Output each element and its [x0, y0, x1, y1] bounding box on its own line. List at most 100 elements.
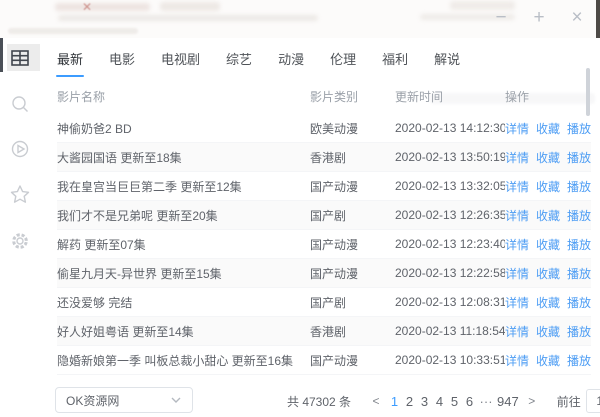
sidebar	[0, 38, 40, 417]
tab-tv-series[interactable]: 电视剧	[161, 49, 200, 68]
column-header-title: 影片名称	[57, 88, 310, 105]
video-library-icon	[10, 49, 30, 67]
movie-updated: 2020-02-13 13:32:05	[395, 179, 505, 193]
page-number-5[interactable]: 5	[449, 394, 460, 409]
detail-link[interactable]: 详情	[505, 354, 529, 368]
table-row[interactable]: 神偷奶爸2 BD 欧美动漫 2020-02-13 14:12:30 详情收藏播放	[57, 114, 591, 143]
background-artifact	[8, 28, 138, 34]
table-header: 影片名称 影片类别 更新时间 操作	[57, 78, 591, 114]
movie-category: 国产动漫	[310, 178, 395, 195]
favorite-link[interactable]: 收藏	[536, 180, 560, 194]
movie-title: 大酱园国语 更新至18集	[57, 149, 310, 166]
detail-link[interactable]: 详情	[505, 151, 529, 165]
column-header-updated: 更新时间	[395, 88, 505, 105]
category-tabs: 最新 电影 电视剧 综艺 动漫 伦理 福利 解说	[57, 38, 591, 78]
play-link[interactable]: 播放	[567, 296, 591, 310]
favorite-link[interactable]: 收藏	[536, 325, 560, 339]
favorite-link[interactable]: 收藏	[536, 151, 560, 165]
tab-latest[interactable]: 最新	[57, 49, 83, 68]
favorite-link[interactable]: 收藏	[536, 238, 560, 252]
close-icon[interactable]: ×	[568, 6, 586, 30]
play-link[interactable]: 播放	[567, 180, 591, 194]
tab-variety[interactable]: 综艺	[226, 49, 252, 68]
sidebar-item-search[interactable]	[0, 90, 40, 118]
sidebar-item-settings[interactable]	[0, 227, 40, 255]
background-artifact	[160, 2, 220, 11]
movie-category: 国产动漫	[310, 236, 395, 253]
tab-anime[interactable]: 动漫	[278, 49, 304, 68]
favorite-link[interactable]: 收藏	[536, 354, 560, 368]
detail-link[interactable]: 详情	[505, 122, 529, 136]
maximize-icon[interactable]: +	[530, 6, 548, 30]
play-link[interactable]: 播放	[567, 325, 591, 339]
table-row[interactable]: 大酱园国语 更新至18集 香港剧 2020-02-13 13:50:19 详情收…	[57, 143, 591, 172]
table-row[interactable]: 好人好姐粤语 更新至14集 香港剧 2020-02-13 11:18:54 详情…	[57, 317, 591, 346]
settings-gear-icon	[10, 231, 30, 251]
page-number-3[interactable]: 3	[419, 394, 430, 409]
prev-page-icon[interactable]: <	[369, 394, 383, 408]
movie-title: 还没爱够 完结	[57, 294, 310, 311]
next-page-icon[interactable]: >	[525, 394, 539, 408]
movie-title: 解药 更新至07集	[57, 236, 310, 253]
detail-link[interactable]: 详情	[505, 209, 529, 223]
source-select-value: OK资源网	[66, 392, 119, 409]
window-controls: − + ×	[492, 6, 586, 30]
movie-title: 我在皇宫当巨巨第二季 更新至12集	[57, 178, 310, 195]
tab-movies[interactable]: 电影	[109, 49, 135, 68]
movie-updated: 2020-02-13 12:23:40	[395, 237, 505, 251]
table-row[interactable]: 还没爱够 完结 国产剧 2020-02-13 12:08:31 详情收藏播放	[57, 288, 591, 317]
background-page-edge	[596, 0, 600, 42]
chevron-down-icon	[170, 396, 182, 404]
titlebar: ✕ − + ×	[0, 0, 600, 38]
goto-page-input[interactable]	[586, 389, 600, 413]
tab-ethics[interactable]: 伦理	[330, 49, 356, 68]
detail-link[interactable]: 详情	[505, 325, 529, 339]
sidebar-item-video-library[interactable]	[0, 44, 40, 72]
background-artifact: ✕	[82, 0, 98, 12]
page-number-2[interactable]: 2	[404, 394, 415, 409]
movie-title: 我们才不是兄弟呢 更新至20集	[57, 207, 310, 224]
table-row[interactable]: 隐婚新娘第一季 叫板总裁小甜心 更新至16集 国产动漫 2020-02-13 1…	[57, 346, 591, 375]
play-circle-icon	[10, 139, 30, 159]
play-link[interactable]: 播放	[567, 122, 591, 136]
play-link[interactable]: 播放	[567, 354, 591, 368]
table-row[interactable]: 我们才不是兄弟呢 更新至20集 国产剧 2020-02-13 12:26:35 …	[57, 201, 591, 230]
detail-link[interactable]: 详情	[505, 180, 529, 194]
sidebar-item-playing[interactable]	[0, 135, 40, 163]
detail-link[interactable]: 详情	[505, 238, 529, 252]
movie-title: 好人好姐粤语 更新至14集	[57, 323, 310, 340]
detail-link[interactable]: 详情	[505, 296, 529, 310]
tab-commentary[interactable]: 解说	[434, 49, 460, 68]
page-number-947[interactable]: 947	[497, 394, 519, 409]
page-number-4[interactable]: 4	[434, 394, 445, 409]
app-window: 最新 电影 电视剧 综艺 动漫 伦理 福利 解说 影片名称 影片类别 更新时间 …	[0, 38, 600, 417]
favorite-link[interactable]: 收藏	[536, 296, 560, 310]
star-icon	[9, 184, 31, 205]
favorite-link[interactable]: 收藏	[536, 122, 560, 136]
page-number-1[interactable]: 1	[389, 394, 400, 409]
movie-updated: 2020-02-13 14:12:30	[395, 121, 505, 135]
sidebar-item-favorites[interactable]	[0, 180, 40, 208]
play-link[interactable]: 播放	[567, 151, 591, 165]
pagination-ellipsis: ···	[479, 394, 493, 409]
source-select[interactable]: OK资源网	[55, 387, 193, 413]
movie-category: 欧美动漫	[310, 120, 395, 137]
goto-page-label: 前往	[557, 393, 581, 410]
movie-updated: 2020-02-13 12:22:58	[395, 266, 505, 280]
favorite-link[interactable]: 收藏	[536, 209, 560, 223]
favorite-link[interactable]: 收藏	[536, 267, 560, 281]
movie-title: 偷星九月天-异世界 更新至15集	[57, 265, 310, 282]
table-row[interactable]: 我在皇宫当巨巨第二季 更新至12集 国产动漫 2020-02-13 13:32:…	[57, 172, 591, 201]
main-content: 最新 电影 电视剧 综艺 动漫 伦理 福利 解说 影片名称 影片类别 更新时间 …	[40, 38, 600, 417]
play-link[interactable]: 播放	[567, 267, 591, 281]
table-row[interactable]: 偷星九月天-异世界 更新至15集 国产动漫 2020-02-13 12:22:5…	[57, 259, 591, 288]
detail-link[interactable]: 详情	[505, 267, 529, 281]
play-link[interactable]: 播放	[567, 238, 591, 252]
page-number-6[interactable]: 6	[464, 394, 475, 409]
tab-welfare[interactable]: 福利	[382, 49, 408, 68]
table-row[interactable]: 解药 更新至07集 国产动漫 2020-02-13 12:23:40 详情收藏播…	[57, 230, 591, 259]
play-link[interactable]: 播放	[567, 209, 591, 223]
minimize-icon[interactable]: −	[492, 6, 510, 30]
scrollbar-thumb[interactable]	[586, 68, 590, 116]
movie-updated: 2020-02-13 12:08:31	[395, 295, 505, 309]
